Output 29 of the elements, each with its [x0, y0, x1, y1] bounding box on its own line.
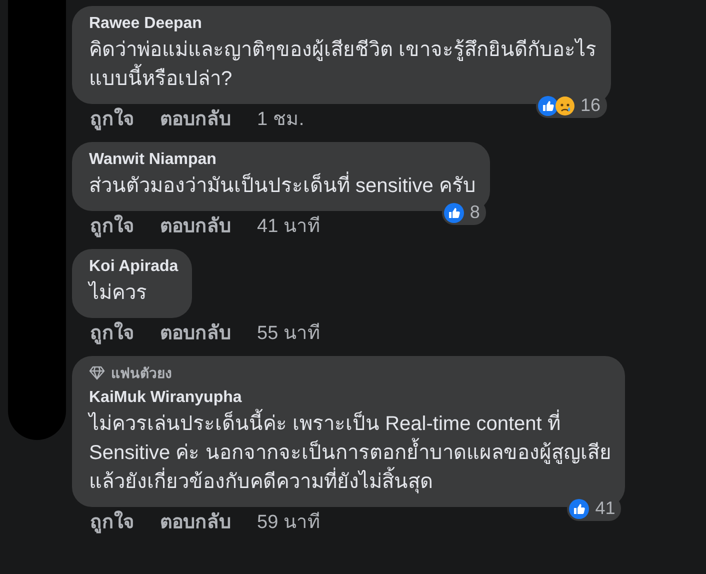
comment-text: คิดว่าพ่อแม่และญาติๆของผู้เสียชีวิต เขาจะรู้สึกยินดีกับอะไร แบบนี้หรือเปล่า?	[89, 37, 597, 92]
comment-time[interactable]: 41 นาที	[257, 214, 320, 240]
comment-action-link[interactable]: ตอบกลับ	[160, 107, 231, 133]
comment-action-link[interactable]: ถูกใจ	[90, 510, 134, 536]
comment-time[interactable]: 1 ชม.	[257, 107, 304, 133]
thumbs-up-icon	[569, 498, 590, 518]
diamond-icon	[89, 366, 105, 380]
comment-action-link[interactable]: ตอบกลับ	[160, 510, 231, 536]
comment-text: ส่วนตัวมองว่ามันเป็นประเด็นที่ sensitive ครับ	[89, 172, 476, 201]
thumbs-up-icon	[538, 96, 558, 116]
comment-time[interactable]: 55 นาที	[257, 321, 320, 347]
comment-action-link[interactable]: ถูกใจ	[90, 214, 134, 240]
author-name[interactable]: KaiMuk Wiranyupha	[89, 386, 612, 410]
reaction-count[interactable]: 8	[442, 200, 486, 225]
comment-action-link[interactable]: ถูกใจ	[90, 321, 134, 347]
comment-action-link[interactable]: ตอบกลับ	[160, 321, 231, 347]
author-name[interactable]: Rawee Deepan	[89, 12, 597, 36]
reaction-count[interactable]: 41	[567, 496, 622, 521]
comment-action-link[interactable]: ตอบกลับ	[160, 214, 231, 240]
reaction-count[interactable]: 16	[536, 93, 607, 118]
thumbs-up-icon	[444, 202, 464, 222]
comment-text: ไม่ควร	[89, 280, 148, 306]
author-name[interactable]: Wanwit Niampan	[89, 148, 476, 172]
comment-time[interactable]: 59 นาที	[257, 510, 320, 536]
badge-label: แฟนตัวยง	[111, 364, 172, 383]
crying-face-icon	[554, 96, 575, 116]
comment-text: ไม่ควรเล่นประเด็นนี้ค่ะ เพราะเป็น Real-time content ที่ Sensitive ค่ะ นอกจากจะเป็นการตอกย้ำบาดแผลของผู้สูญเสีย แล้วยังเกี่ยวข้องกับคดีความที่ยังไม่สิ้นสุด	[89, 410, 612, 497]
comment-action-link[interactable]: ถูกใจ	[90, 107, 134, 133]
author-name[interactable]: Koi Apirada	[89, 255, 178, 279]
